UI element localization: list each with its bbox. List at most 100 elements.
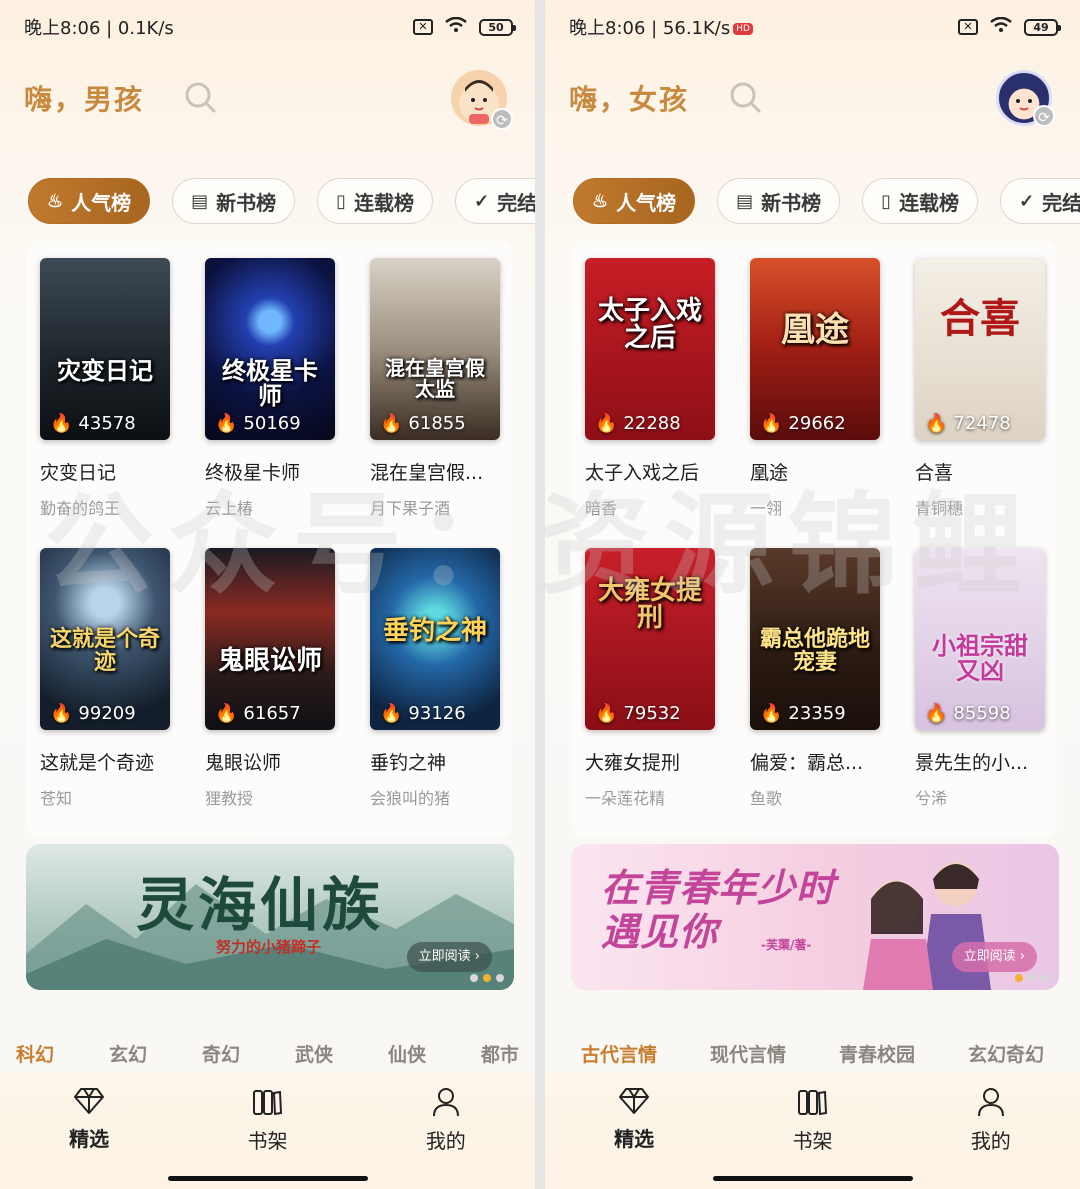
book-title[interactable]: 景先生的小... xyxy=(915,748,1055,775)
book-cover[interactable]: 混在皇宫假太监 🔥 61855 xyxy=(370,258,500,440)
heat-count: 🔥 23359 xyxy=(760,703,846,724)
banner-author: 努力的小猪蹄子 xyxy=(216,938,322,956)
category-item[interactable]: 奇幻 xyxy=(202,1040,240,1067)
book-cover[interactable]: 这就是个奇迹 🔥 99209 xyxy=(40,548,170,730)
tab-new[interactable]: ▤ 新书榜 xyxy=(172,178,296,224)
book-title[interactable]: 这就是个奇迹 xyxy=(40,748,180,775)
flame-icon: 🔥 xyxy=(215,703,238,724)
category-item[interactable]: 都市 xyxy=(481,1040,519,1067)
cover-title: 霸总他跪地宠妻 xyxy=(759,626,870,676)
book-title[interactable]: 垂钓之神 xyxy=(370,748,510,775)
flame-icon: 🔥 xyxy=(380,703,403,724)
book-title[interactable]: 太子入戏之后 xyxy=(585,458,725,485)
battery-icon: 50 xyxy=(479,18,516,36)
diamond-icon xyxy=(74,1088,105,1114)
avatar[interactable]: ⟳ xyxy=(996,70,1055,127)
tab-serial[interactable]: ▯ 连载榜 xyxy=(862,178,979,224)
book-cover[interactable]: 大雍女提刑 🔥 79532 xyxy=(585,548,715,730)
nav-featured[interactable]: 精选 xyxy=(0,1073,178,1189)
flame-icon: 🔥 xyxy=(50,413,73,434)
nav-bookshelf[interactable]: 书架 xyxy=(723,1073,901,1189)
category-item[interactable]: 青春校园 xyxy=(839,1040,915,1067)
tab-new[interactable]: ▤ 新书榜 xyxy=(717,178,841,224)
avatar[interactable]: ⟳ xyxy=(451,70,513,130)
book-card[interactable]: 大雍女提刑 🔥 79532 大雍女提刑 一朵莲花精 xyxy=(585,548,715,838)
book-cover[interactable]: 霸总他跪地宠妻 🔥 23359 xyxy=(750,548,880,730)
nav-featured[interactable]: 精选 xyxy=(545,1073,723,1189)
cover-title: 鬼眼讼师 xyxy=(217,646,322,676)
switch-gender-icon[interactable]: ⟳ xyxy=(491,108,513,130)
greeting: 嗨，女孩 xyxy=(569,83,690,116)
book-title[interactable]: 灾变日记 xyxy=(40,458,180,485)
book-author: 一翎 xyxy=(750,499,783,518)
greeting: 嗨，男孩 xyxy=(24,83,145,116)
book-card[interactable]: 这就是个奇迹 🔥 99209 这就是个奇迹 苍知 xyxy=(40,548,170,838)
book-cover[interactable]: 合喜 🔥 72478 xyxy=(915,258,1045,440)
bottom-nav: 精选 书架 我的 xyxy=(0,1073,535,1189)
book-cover[interactable]: 小祖宗甜又凶 🔥 85598 xyxy=(915,548,1045,730)
book-cover[interactable]: 灾变日记 🔥 43578 xyxy=(40,258,170,440)
book-author: 月下果子酒 xyxy=(370,499,451,518)
book-author: 兮浠 xyxy=(915,789,948,808)
read-now-button[interactable]: 立即阅读 › xyxy=(951,942,1037,972)
switch-gender-icon[interactable]: ⟳ xyxy=(1033,105,1055,127)
tab-finished[interactable]: ✓完结榜 xyxy=(1000,178,1080,224)
book-card[interactable]: 垂钓之神 🔥 93126 垂钓之神 会狼叫的猪 xyxy=(370,548,500,838)
home-indicator[interactable] xyxy=(167,1176,368,1181)
category-item[interactable]: 玄幻 xyxy=(109,1040,147,1067)
book-card[interactable]: 太子入戏之后 🔥 22288 太子入戏之后 暗香 xyxy=(585,258,715,548)
book-card[interactable]: 灾变日记 🔥 43578 灾变日记 勤奋的鸽王 xyxy=(40,258,170,548)
category-item[interactable]: 现代言情 xyxy=(710,1040,786,1067)
category-item[interactable]: 古代言情 xyxy=(581,1040,657,1067)
book-cover[interactable]: 凰途 🔥 29662 xyxy=(750,258,880,440)
status-bar: 晚上8:06 | 0.1K/s ✕ 50 xyxy=(24,12,516,42)
tab-finished[interactable]: ✓完结榜 xyxy=(455,178,535,224)
nav-mine[interactable]: 我的 xyxy=(902,1073,1080,1189)
flame-icon: 🔥 xyxy=(50,703,73,724)
carousel-dots xyxy=(1015,974,1049,982)
category-item[interactable]: 武侠 xyxy=(295,1040,333,1067)
search-icon[interactable] xyxy=(184,81,218,115)
book-card[interactable]: 霸总他跪地宠妻 🔥 23359 偏爱：霸总... 鱼歌 xyxy=(750,548,880,838)
tab-popular[interactable]: ♨ 人气榜 xyxy=(28,178,151,224)
book-title[interactable]: 合喜 xyxy=(915,458,1055,485)
read-now-button[interactable]: 立即阅读 › xyxy=(406,942,492,972)
book-cover[interactable]: 垂钓之神 🔥 93126 xyxy=(370,548,500,730)
banner-title: 灵海仙族 xyxy=(136,871,385,939)
home-indicator[interactable] xyxy=(712,1176,913,1181)
tab-serial[interactable]: ▯ 连载榜 xyxy=(317,178,434,224)
tab-popular[interactable]: ♨ 人气榜 xyxy=(573,178,696,224)
book-card[interactable]: 鬼眼讼师 🔥 61657 鬼眼讼师 狸教授 xyxy=(205,548,335,838)
book-title[interactable]: 凰途 xyxy=(750,458,890,485)
book-title[interactable]: 偏爱：霸总... xyxy=(750,748,890,775)
book-grid: 灾变日记 🔥 43578 灾变日记 勤奋的鸽王 终极星卡师 🔥 50169 终极星卡… xyxy=(26,240,512,838)
category-item[interactable]: 仙侠 xyxy=(388,1040,426,1067)
book-author: 青铜穗 xyxy=(915,499,964,518)
heat-count: 🔥 22288 xyxy=(595,413,681,434)
book-title[interactable]: 终极星卡师 xyxy=(205,458,345,485)
promo-banner[interactable]: 灵海仙族 努力的小猪蹄子 立即阅读 › xyxy=(26,844,514,990)
category-item[interactable]: 科幻 xyxy=(16,1040,54,1067)
book-cover[interactable]: 太子入戏之后 🔥 22288 xyxy=(585,258,715,440)
category-item[interactable]: 玄幻奇幻 xyxy=(968,1040,1044,1067)
promo-banner[interactable]: 在青春年少时遇见你 -芙蕖/著- 立即阅读 › xyxy=(571,844,1059,990)
book-author: 一朵莲花精 xyxy=(585,789,666,808)
book-card[interactable]: 终极星卡师 🔥 50169 终极星卡师 云上椿 xyxy=(205,258,335,548)
book-card[interactable]: 混在皇宫假太监 🔥 61855 混在皇宫假... 月下果子酒 xyxy=(370,258,500,548)
book-card[interactable]: 合喜 🔥 72478 合喜 青铜穗 xyxy=(915,258,1045,548)
nav-bookshelf[interactable]: 书架 xyxy=(178,1073,356,1189)
bookshelf-icon xyxy=(798,1090,828,1116)
book-title[interactable]: 大雍女提刑 xyxy=(585,748,725,775)
book-cover[interactable]: 鬼眼讼师 🔥 61657 xyxy=(205,548,335,730)
heat-count: 🔥 93126 xyxy=(380,703,466,724)
book-cover[interactable]: 终极星卡师 🔥 50169 xyxy=(205,258,335,440)
book-title[interactable]: 鬼眼讼师 xyxy=(205,748,345,775)
book-card[interactable]: 凰途 🔥 29662 凰途 一翎 xyxy=(750,258,880,548)
book-title[interactable]: 混在皇宫假... xyxy=(370,458,510,485)
nav-mine[interactable]: 我的 xyxy=(357,1073,535,1189)
cover-title: 大雍女提刑 xyxy=(597,576,702,634)
book-card[interactable]: 小祖宗甜又凶 🔥 85598 景先生的小... 兮浠 xyxy=(915,548,1045,838)
heat-count: 🔥 50169 xyxy=(215,413,301,434)
document-icon: ▤ xyxy=(191,190,209,212)
search-icon[interactable] xyxy=(729,81,763,115)
